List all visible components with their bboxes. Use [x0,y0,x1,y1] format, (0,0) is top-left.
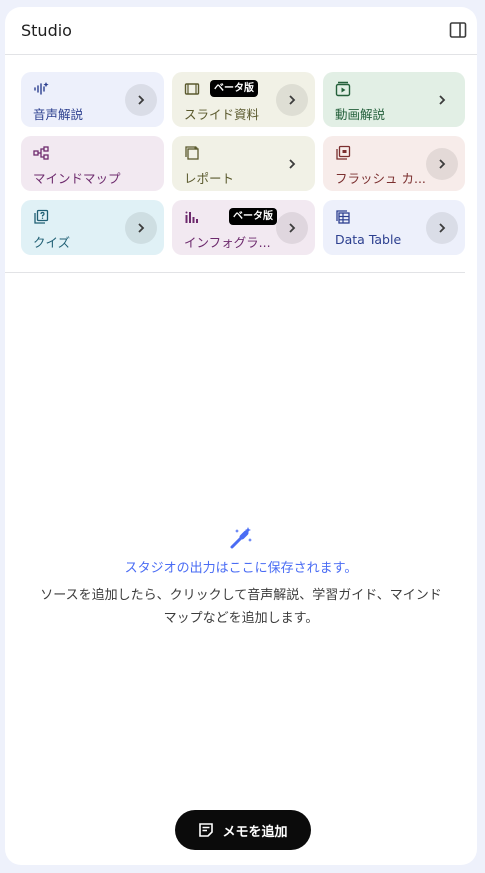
slides-icon [184,83,200,95]
tile-video-overview[interactable]: 動画解説 [323,72,465,127]
tile-report[interactable]: レポート [172,136,315,191]
tile-label: マインドマップ [33,171,121,186]
empty-state-description-line2: マップなどを追加します。 [163,611,319,626]
collapse-panel-icon[interactable] [449,21,467,39]
tile-label: 音声解説 [33,107,84,122]
chevron-right-icon[interactable] [426,148,458,180]
add-note-button[interactable]: メモを追加 [175,810,311,850]
studio-panel: Studio 音声解説 ベータ版 スライド資料 動画解説 マインドマップ レポー… [5,7,477,865]
tile-mind-map[interactable]: マインドマップ [21,136,164,191]
add-note-label: メモを追加 [222,824,288,840]
report-icon [185,146,199,160]
quiz-icon [34,209,49,224]
chevron-right-icon[interactable] [276,84,308,116]
flashcards-icon [336,145,351,160]
panel-title: Studio [21,21,72,40]
tile-quiz[interactable]: クイズ [21,200,164,255]
tile-label: Data Table [335,232,402,247]
tile-slides[interactable]: ベータ版 スライド資料 [172,72,315,127]
tile-label: 動画解説 [335,107,386,122]
chevron-right-icon[interactable] [426,212,458,244]
mind-map-icon [33,146,49,160]
tile-flashcards[interactable]: フラッシュ カ... [323,136,465,191]
chevron-right-icon[interactable] [125,84,157,116]
tile-label: フラッシュ カ... [335,171,426,186]
chevron-right-icon[interactable] [276,212,308,244]
beta-badge: ベータ版 [210,80,258,97]
studio-header: Studio [5,7,477,55]
tile-label: インフォグラ... [184,235,271,250]
chevron-right-icon[interactable] [125,212,157,244]
tile-data-table[interactable]: Data Table [323,200,465,255]
chevron-right-icon[interactable] [276,148,308,180]
magic-wand-icon [230,527,252,549]
tile-label: スライド資料 [184,107,260,122]
empty-state-description-line1: ソースを追加したら、クリックして音声解説、学習ガイド、マインド [40,588,442,603]
studio-tools-grid: 音声解説 ベータ版 スライド資料 動画解説 マインドマップ レポート フラッシュ… [21,72,465,255]
empty-state: スタジオの出力はここに保存されます。 ソースを追加したら、クリックして音声解説、… [5,525,477,630]
infographic-icon [185,211,198,223]
beta-badge: ベータ版 [229,208,277,225]
note-icon [199,823,214,837]
video-play-icon [335,81,351,97]
chevron-right-icon[interactable] [426,84,458,116]
tile-label: クイズ [33,235,71,250]
audio-waveform-icon [34,82,49,95]
data-table-icon [336,210,350,224]
tile-label: レポート [184,171,235,186]
section-divider [5,272,465,273]
tile-infographic[interactable]: ベータ版 インフォグラ... [172,200,315,255]
empty-state-title: スタジオの出力はここに保存されます。 [124,561,358,576]
tile-audio-overview[interactable]: 音声解説 [21,72,164,127]
